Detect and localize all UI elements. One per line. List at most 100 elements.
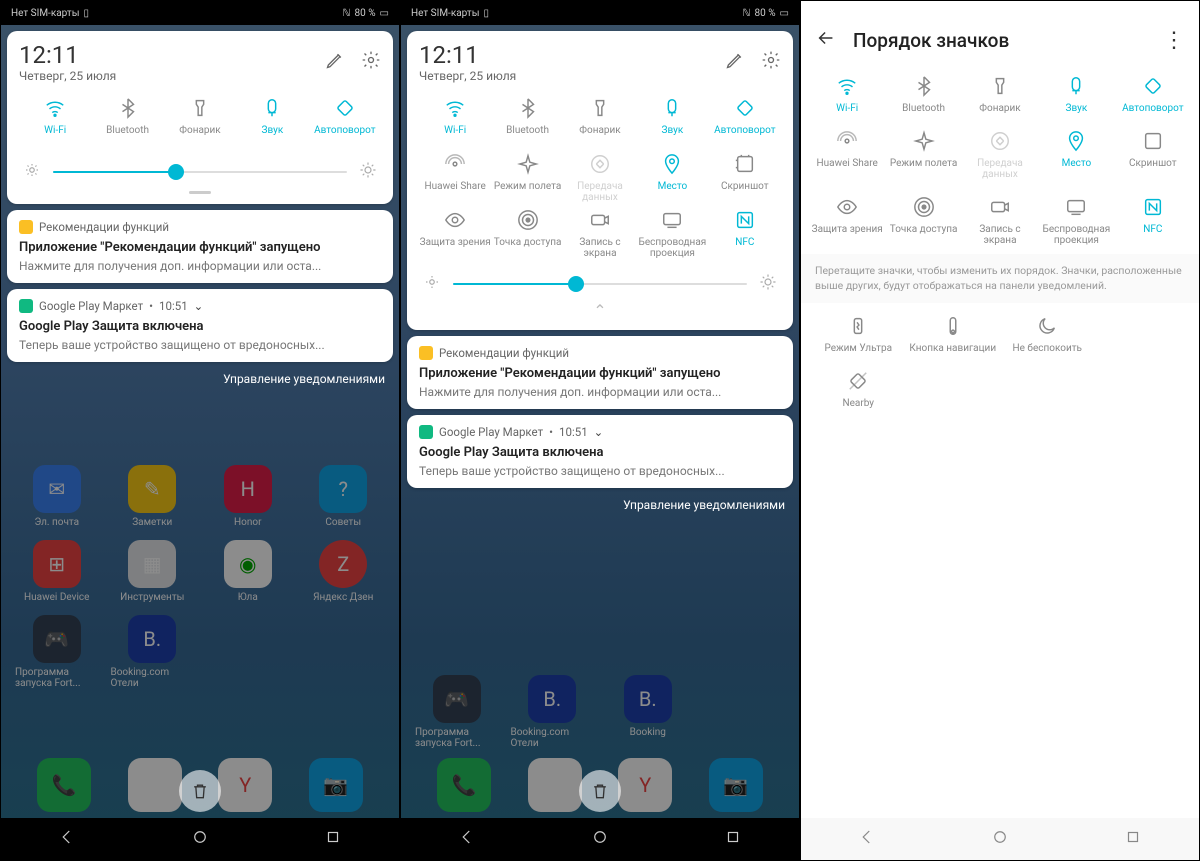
- qs-bluetooth[interactable]: Bluetooth: [91, 97, 163, 147]
- tile-sound[interactable]: Звук: [1038, 75, 1114, 114]
- sim-icon: ▯: [83, 8, 89, 19]
- brightness-low-icon: [423, 273, 441, 295]
- notification-card-tips[interactable]: Рекомендации функций Приложение "Рекомен…: [7, 210, 393, 283]
- qs-cast[interactable]: Беспроводная проекция: [636, 209, 708, 259]
- tile-screenrec[interactable]: Запись с экрана: [962, 196, 1038, 246]
- play-protect-icon: [19, 299, 33, 313]
- nav-home-icon[interactable]: [991, 828, 1009, 850]
- edit-icon[interactable]: [325, 50, 345, 74]
- reorder-hint: Перетащите значки, чтобы изменить их пор…: [801, 254, 1199, 303]
- more-icon[interactable]: ⋮: [1163, 28, 1185, 53]
- nav-recent-icon[interactable]: [724, 828, 742, 850]
- nav-back-icon[interactable]: [858, 828, 876, 850]
- status-bar: Нет SIM-карты ▯ ℕ 80 % ▭: [1, 1, 399, 25]
- nfc-icon: ℕ: [342, 8, 350, 19]
- qs-data[interactable]: Передача данных: [564, 153, 636, 203]
- qs-bluetooth[interactable]: Bluetooth: [491, 97, 563, 147]
- chevron-down-icon[interactable]: ⌄: [194, 299, 204, 313]
- lightbulb-icon: [19, 220, 33, 234]
- brightness-high-icon: [759, 273, 777, 295]
- tile-wifi[interactable]: Wi-Fi: [809, 75, 885, 114]
- manage-notifications-link[interactable]: Управление уведомлениями: [401, 494, 799, 516]
- notification-card-play[interactable]: Google Play Маркет • 10:51 ⌄ Google Play…: [407, 415, 793, 488]
- manage-notifications-link[interactable]: Управление уведомлениями: [1, 368, 399, 390]
- brightness-slider[interactable]: [419, 273, 781, 295]
- tile-autorotate[interactable]: Автоповорот: [1115, 75, 1191, 114]
- nav-back-icon[interactable]: [58, 828, 76, 850]
- time-label: 12:11: [19, 41, 116, 69]
- tile-nfc[interactable]: NFC: [1115, 196, 1191, 246]
- notif-app-name: Рекомендации функций: [39, 220, 169, 234]
- notification-card-play[interactable]: Google Play Маркет • 10:51 ⌄ Google Play…: [7, 289, 393, 362]
- qs-wifi[interactable]: Wi-Fi: [419, 97, 491, 147]
- tile-bluetooth[interactable]: Bluetooth: [885, 75, 961, 114]
- qs-hotspot[interactable]: Точка доступа: [491, 209, 563, 259]
- qs-sound[interactable]: Звук: [636, 97, 708, 147]
- tile-airplane[interactable]: Режим полета: [885, 130, 961, 180]
- brightness-low-icon: [23, 161, 41, 183]
- notif-time: 10:51: [159, 299, 188, 313]
- qs-autorotate[interactable]: Автоповорот: [709, 97, 781, 147]
- tile-dnd[interactable]: Не беспокоить: [1000, 315, 1095, 354]
- collapse-handle[interactable]: [189, 191, 211, 194]
- sim-status: Нет SIM-карты: [11, 8, 79, 19]
- nav-recent-icon[interactable]: [324, 828, 342, 850]
- battery-icon: ▭: [380, 8, 389, 19]
- quick-settings-panel-expanded: 12:11 Четверг, 25 июля Wi-Fi Bluetooth Ф…: [407, 31, 793, 330]
- notification-card-tips[interactable]: Рекомендации функций Приложение "Рекомен…: [407, 336, 793, 409]
- qs-screenrec[interactable]: Запись с экрана: [564, 209, 636, 259]
- tile-cast[interactable]: Беспроводная проекция: [1038, 196, 1114, 246]
- edit-icon[interactable]: [725, 50, 745, 74]
- icon-reorder-grid: Wi-Fi Bluetooth Фонарик Звук Автоповорот…: [801, 67, 1199, 254]
- tile-nearby[interactable]: Nearby: [811, 370, 906, 409]
- expand-handle-up[interactable]: ⌃: [419, 301, 781, 320]
- phone-screenshot-1: ✉Эл. почта ✎Заметки HHonor ?Советы ⊞Huaw…: [0, 0, 400, 861]
- qs-autorotate[interactable]: Автоповорот: [309, 97, 381, 147]
- qs-flashlight[interactable]: Фонарик: [164, 97, 236, 147]
- qs-flashlight[interactable]: Фонарик: [564, 97, 636, 147]
- gear-icon[interactable]: [761, 50, 781, 74]
- qs-nfc[interactable]: NFC: [709, 209, 781, 259]
- notif-body: Теперь ваше устройство защищено от вредо…: [19, 338, 381, 352]
- notif-body: Нажмите для получения доп. информации ил…: [19, 259, 381, 273]
- qs-eye-protect[interactable]: Защита зрения: [419, 209, 491, 259]
- nav-home-icon[interactable]: [591, 828, 609, 850]
- tile-hotspot[interactable]: Точка доступа: [885, 196, 961, 246]
- navigation-bar: [801, 818, 1199, 860]
- time-label: 12:11: [419, 41, 516, 69]
- tile-data[interactable]: Передача данных: [962, 130, 1038, 180]
- brightness-slider[interactable]: [19, 161, 381, 183]
- nav-home-icon[interactable]: [191, 828, 209, 850]
- page-title: Порядок значков: [853, 29, 1147, 52]
- page-header: Порядок значков ⋮: [801, 1, 1199, 67]
- navigation-bar: [401, 818, 799, 860]
- status-bar: Нет SIM-карты ▯ ℕ80 %▭: [401, 1, 799, 25]
- qs-screenshot[interactable]: Скриншот: [709, 153, 781, 203]
- notif-app-name: Google Play Маркет: [39, 299, 143, 313]
- back-icon[interactable]: [815, 27, 837, 53]
- tile-screenshot[interactable]: Скриншот: [1115, 130, 1191, 180]
- tile-ultra[interactable]: Режим Ультра: [811, 315, 906, 354]
- battery-percent: 80 %: [355, 8, 376, 19]
- clear-notifications-button[interactable]: [579, 770, 621, 812]
- qs-wifi[interactable]: Wi-Fi: [19, 97, 91, 147]
- extra-tiles: Режим Ультра Кнопка навигации Не беспоко…: [801, 303, 1199, 421]
- phone-screenshot-2: 🎮Программа запуска Fort... B.Booking.com…: [400, 0, 800, 861]
- nav-recent-icon[interactable]: [1124, 828, 1142, 850]
- nav-back-icon[interactable]: [458, 828, 476, 850]
- play-protect-icon: [419, 425, 433, 439]
- chevron-down-icon[interactable]: ⌄: [594, 425, 604, 439]
- tile-huawei-share[interactable]: Huawei Share: [809, 130, 885, 180]
- notif-title: Google Play Защита включена: [19, 319, 381, 334]
- qs-sound[interactable]: Звук: [236, 97, 308, 147]
- clear-notifications-button[interactable]: [179, 770, 221, 812]
- qs-huawei-share[interactable]: Huawei Share: [419, 153, 491, 203]
- gear-icon[interactable]: [361, 50, 381, 74]
- tile-navbutton[interactable]: Кнопка навигации: [906, 315, 1001, 354]
- qs-location[interactable]: Место: [636, 153, 708, 203]
- tile-eye-protect[interactable]: Защита зрения: [809, 196, 885, 246]
- qs-airplane[interactable]: Режим полета: [491, 153, 563, 203]
- notif-title: Приложение "Рекомендации функций" запуще…: [19, 240, 381, 255]
- tile-location[interactable]: Место: [1038, 130, 1114, 180]
- tile-flashlight[interactable]: Фонарик: [962, 75, 1038, 114]
